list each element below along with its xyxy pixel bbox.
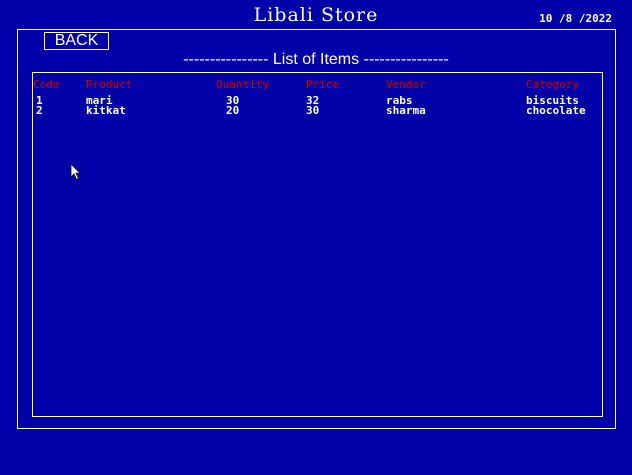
cell-product: kitkat [86, 104, 126, 117]
column-header-price: Price [306, 78, 340, 91]
list-heading: ---------------- List of Items ---------… [183, 51, 449, 68]
back-button[interactable]: BACK [44, 32, 109, 50]
cell-price: 30 [306, 104, 320, 117]
column-header-category: Category [526, 78, 579, 91]
column-header-vendor: Vendor [386, 78, 426, 91]
items-table [32, 72, 603, 417]
cell-code: 2 [36, 104, 43, 117]
cell-category: chocolate [526, 104, 586, 117]
column-header-quantity: Quantity [216, 78, 269, 91]
mouse-pointer-icon [70, 163, 82, 181]
column-header-code: Code [33, 78, 60, 91]
cell-quantity: 20 [226, 104, 240, 117]
cell-vendor: sharma [386, 104, 426, 117]
app-title: Libali Store [253, 4, 379, 26]
date-display: 10 /8 /2022 [539, 12, 612, 25]
column-header-product: Product [86, 78, 133, 91]
